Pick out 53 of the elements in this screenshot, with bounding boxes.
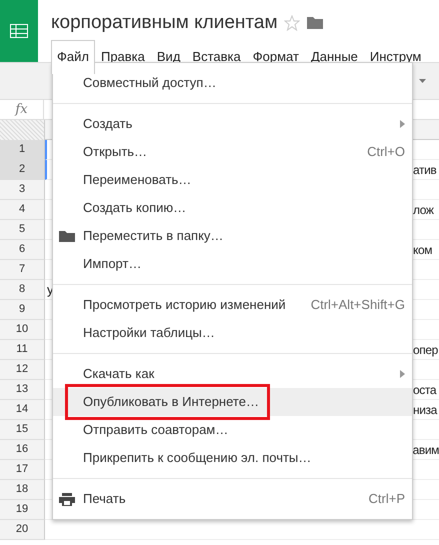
row-header[interactable]: 3 [0,180,45,200]
menu-option[interactable]: Создать копию… [53,194,412,222]
menu-option[interactable]: Прикрепить к сообщению эл. почты… [53,444,412,472]
menu-option[interactable]: Скачать как [53,360,412,388]
row-header[interactable]: 19 [0,500,45,520]
printer-icon [59,493,75,506]
menu-option[interactable]: Открыть… Ctrl+O [53,138,412,166]
caret-icon [419,79,426,83]
cell-text: оста [413,382,436,398]
row-header[interactable]: 1 [0,140,45,160]
row-header[interactable]: 5 [0,220,45,240]
folder-icon[interactable] [306,16,323,29]
row-header[interactable]: 13 [0,380,45,400]
row-header[interactable]: 12 [0,360,45,380]
row-header[interactable]: 16 [0,440,45,460]
app-logo[interactable] [0,0,38,62]
row-header[interactable]: 17 [0,460,45,480]
row-header[interactable]: 11 [0,340,45,360]
cell-text: атив [413,162,436,178]
cell-text: авим [412,442,439,458]
row-header[interactable]: 10 [0,320,45,340]
row-header[interactable]: 6 [0,240,45,260]
row-header[interactable]: 9 [0,300,45,320]
folder-icon [59,230,75,242]
menu-option[interactable]: Создать [53,110,412,138]
formula-label: fx [0,100,44,119]
row-header[interactable]: 18 [0,480,45,500]
star-icon[interactable] [284,14,300,30]
menu-item[interactable]: Файл [51,40,95,74]
cell-text: опер [413,342,438,358]
row-header[interactable]: 14 [0,400,45,420]
row-header[interactable]: 4 [0,200,45,220]
shortcut-text: Ctrl+O [367,143,405,162]
shortcut-text: Ctrl+P [368,490,405,508]
cell-text: низа [413,402,437,418]
sheet-icon [10,24,28,38]
row-header[interactable]: 20 [0,520,45,540]
menu-option[interactable]: Импорт… [53,250,412,278]
menu-option[interactable]: Печать Ctrl+P [53,485,412,513]
menu-option[interactable]: Просмотреть историю изменений Ctrl+Alt+Shift+G [53,291,412,319]
document-title[interactable]: корпоративным клиентам [51,13,278,32]
menu-option[interactable]: Переместить в папку… [53,222,412,250]
row-header[interactable]: 8 [0,280,45,300]
menu-option[interactable]: Настройки таблицы… [53,319,412,347]
row-header[interactable]: 2 [0,160,45,180]
row-header[interactable]: 7 [0,260,45,280]
cell-text: ком [413,242,432,258]
cell-text: лож [413,202,434,218]
shortcut-text: Ctrl+Alt+Shift+G [310,296,405,314]
menu-option[interactable]: Переименовать… [53,166,412,194]
dropdown-button[interactable] [419,79,426,83]
menu-option[interactable]: Отправить соавторам… [53,416,412,444]
row-header[interactable]: 15 [0,420,45,440]
